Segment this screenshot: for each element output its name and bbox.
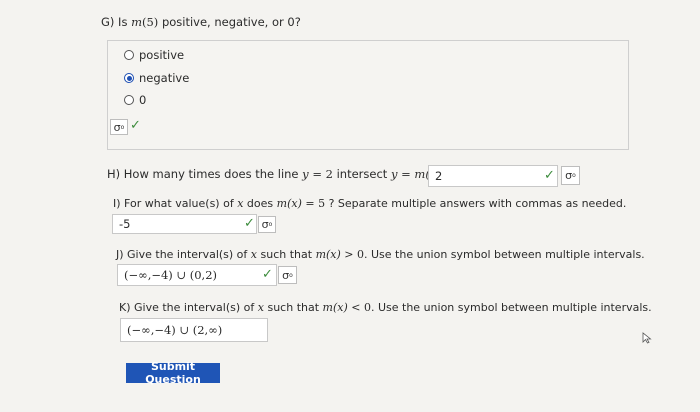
question-g-suffix: positive, negative, or 0? bbox=[158, 15, 301, 29]
answer-value: (−∞,−4) ∪ (2,∞) bbox=[127, 323, 223, 337]
question-k-text: K) Give the interval(s) of x such that m… bbox=[119, 301, 652, 314]
question-j-mx: m(x) bbox=[315, 248, 341, 261]
question-i-text: I) For what value(s) of x does m(x) = 5 … bbox=[113, 197, 626, 210]
submit-question-button[interactable]: Submit Question bbox=[126, 360, 220, 386]
answer-input-j[interactable]: (−∞,−4) ∪ (0,2) bbox=[117, 264, 277, 286]
answer-value: (−∞,−4) ∪ (0,2) bbox=[124, 268, 218, 282]
question-h-eq: = bbox=[308, 167, 326, 181]
question-h-text: H) How many times does the line y = 2 in… bbox=[107, 167, 451, 181]
radio-option-negative[interactable]: negative bbox=[124, 71, 189, 85]
question-g-m: m bbox=[131, 15, 142, 29]
question-g-answer-box bbox=[107, 40, 629, 150]
question-i-mid: does bbox=[243, 197, 277, 210]
question-j-suffix: . Use the union symbol between multiple … bbox=[364, 248, 645, 261]
question-i-mx: m(x) bbox=[276, 197, 302, 210]
radio-label: negative bbox=[139, 71, 190, 85]
answer-value: 2 bbox=[435, 169, 443, 183]
radio-button[interactable] bbox=[124, 95, 134, 105]
question-k-prefix: K) Give the interval(s) of bbox=[119, 301, 258, 314]
question-k-mx: m(x) bbox=[322, 301, 348, 314]
answer-value: -5 bbox=[119, 217, 131, 231]
question-h-eq2: = bbox=[397, 167, 415, 181]
mouse-cursor-icon bbox=[642, 332, 652, 344]
question-j-text: J) Give the interval(s) of x such that m… bbox=[116, 248, 645, 261]
question-k-suffix: . Use the union symbol between multiple … bbox=[370, 301, 652, 314]
question-j-prefix: J) Give the interval(s) of bbox=[116, 248, 251, 261]
radio-label: 0 bbox=[139, 93, 147, 107]
radio-option-zero[interactable]: 0 bbox=[124, 93, 146, 107]
answer-input-i[interactable]: -5 bbox=[112, 214, 257, 234]
check-icon: ✓ bbox=[262, 267, 273, 282]
question-i-eq: = 5 bbox=[301, 197, 326, 210]
question-j-rel: > 0 bbox=[340, 248, 365, 261]
question-i-prefix: I) For what value(s) of bbox=[113, 197, 238, 210]
sigma-icon[interactable]: σo bbox=[561, 166, 580, 185]
sigma-icon[interactable]: σo bbox=[278, 266, 297, 284]
sigma-icon[interactable]: σo bbox=[258, 216, 276, 233]
question-h-prefix: H) How many times does the line bbox=[107, 167, 303, 181]
radio-label: positive bbox=[139, 48, 185, 62]
radio-button-selected[interactable] bbox=[124, 73, 134, 83]
question-g-text: G) Is m(5) positive, negative, or 0? bbox=[101, 15, 301, 29]
question-k-rel: < 0 bbox=[347, 301, 371, 314]
question-g-prefix: G) Is bbox=[101, 15, 132, 29]
radio-option-positive[interactable]: positive bbox=[124, 48, 184, 62]
question-g-arg: (5) bbox=[142, 15, 159, 29]
question-h-two: 2 bbox=[325, 167, 333, 181]
radio-button[interactable] bbox=[124, 50, 134, 60]
question-h-mid: intersect bbox=[332, 167, 391, 181]
question-k-mid: such that bbox=[263, 301, 323, 314]
question-i-suffix: ? Separate multiple answers with commas … bbox=[325, 197, 627, 210]
check-icon: ✓ bbox=[544, 168, 555, 183]
check-icon: ✓ bbox=[130, 118, 141, 133]
answer-input-h[interactable]: 2 bbox=[428, 165, 558, 187]
question-j-mid: such that bbox=[257, 248, 316, 261]
sigma-icon[interactable]: σo bbox=[110, 119, 128, 135]
answer-input-k[interactable]: (−∞,−4) ∪ (2,∞) bbox=[120, 318, 268, 342]
check-icon: ✓ bbox=[244, 216, 255, 231]
